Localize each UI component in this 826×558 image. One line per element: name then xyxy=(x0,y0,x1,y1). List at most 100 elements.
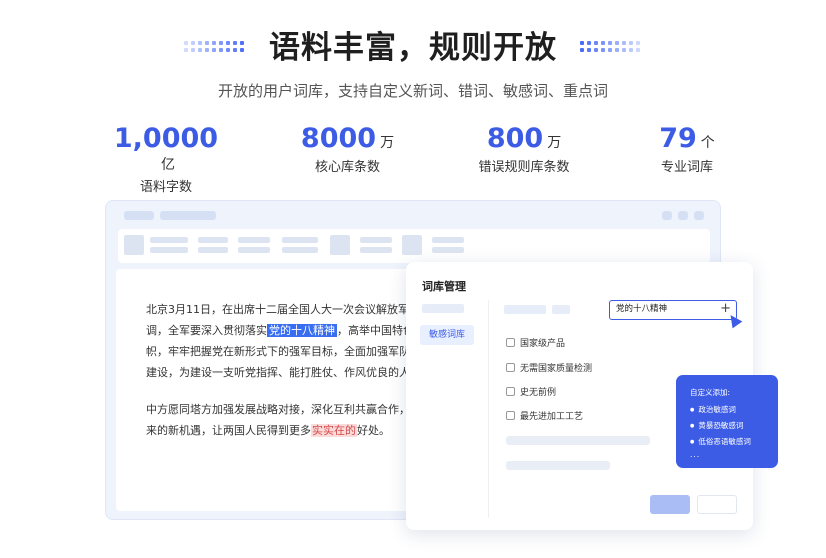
term-input[interactable]: 党的十八精神 + xyxy=(609,300,737,320)
decorative-dot xyxy=(587,48,591,52)
decorative-dot xyxy=(636,48,640,52)
window-title-placeholder xyxy=(124,211,154,220)
text-line: 建设，为建设一支听党指挥、能打胜仗、作风优良的人 xyxy=(146,366,410,379)
decorative-dot xyxy=(184,41,188,45)
decorative-dot xyxy=(580,41,584,45)
stat-label: 核心库条数 xyxy=(314,160,380,175)
decorative-dot xyxy=(191,41,195,45)
toolbar-button[interactable] xyxy=(330,235,350,255)
filter-placeholder xyxy=(504,305,546,314)
checkbox-label: 最先进加工工艺 xyxy=(520,412,584,422)
popup-item[interactable]: 黄暴恐敏感词 xyxy=(690,420,778,431)
decorative-dot xyxy=(198,41,202,45)
decorative-dot xyxy=(198,48,202,52)
popup-title: 自定义添加: xyxy=(690,388,731,397)
highlighted-term[interactable]: 党的十八精神 xyxy=(267,324,337,337)
decorative-dot xyxy=(219,48,223,52)
decorative-dot xyxy=(615,41,619,45)
stat-label: 语料字数 xyxy=(139,180,192,195)
error-highlight[interactable]: 实实在的 xyxy=(311,424,357,437)
decorative-dot xyxy=(191,48,195,52)
sidebar-item-sensitive[interactable]: 敏感词库 xyxy=(420,325,474,345)
checkbox[interactable] xyxy=(506,363,515,372)
decorative-dot xyxy=(219,41,223,45)
text-line: 调，全军要深入贯彻落实 党的十八精神 ，高举中国特色 xyxy=(146,320,446,341)
stat-label: 错误规则库条数 xyxy=(478,160,570,175)
popup-item[interactable]: 低俗恶语敏感词 xyxy=(690,436,778,447)
toolbar-placeholder xyxy=(238,237,270,243)
toolbar-placeholder xyxy=(432,237,464,243)
checkbox-label: 国家级产品 xyxy=(520,339,566,349)
stat-core-library: 8000 万 核心库条数 xyxy=(300,123,395,175)
decorative-dot xyxy=(594,41,598,45)
popup-more: ... xyxy=(690,450,701,459)
stat-unit: 万 xyxy=(380,135,395,151)
decorative-dot xyxy=(629,41,633,45)
decorative-dot xyxy=(212,41,216,45)
confirm-button[interactable] xyxy=(650,495,690,514)
decorative-dot xyxy=(608,41,612,45)
custom-add-popup: 自定义添加: 政治敏感词 黄暴恐敏感词 低俗恶语敏感词 ... xyxy=(676,375,778,468)
stat-label: 专业词库 xyxy=(660,160,713,175)
decorative-dot xyxy=(622,41,626,45)
popup-item[interactable]: 政治敏感词 xyxy=(690,404,778,415)
stat-value: 1,0000 xyxy=(113,123,219,154)
stat-unit: 个 xyxy=(700,135,715,151)
checkbox-item[interactable]: 国家级产品 xyxy=(506,336,565,349)
window-control-icon[interactable] xyxy=(678,211,688,220)
decorative-dot xyxy=(212,48,216,52)
stat-value: 8000 xyxy=(300,123,377,154)
decorative-dot xyxy=(233,41,237,45)
checkbox-label: 无需国家质量检测 xyxy=(520,364,593,374)
checkbox-label: 史无前例 xyxy=(520,388,557,398)
toolbar-button[interactable] xyxy=(402,235,422,255)
toolbar-button[interactable] xyxy=(124,235,144,255)
toolbar-placeholder xyxy=(238,247,270,253)
stat-corpus: 1,0000 亿 语料字数 xyxy=(110,123,222,195)
text-segment: 来的新机遇，让两国人民得到更多 xyxy=(146,424,311,437)
hero-subtitle: 开放的用户词库，支持自定义新词、错词、敏感词、重点词 xyxy=(217,82,608,100)
decorative-dot xyxy=(580,48,584,52)
list-placeholder xyxy=(506,436,650,445)
cancel-button[interactable] xyxy=(697,495,737,514)
decorative-dot xyxy=(629,48,633,52)
text-line: 北京3月11日，在出席十二届全国人大一次会议解放军 xyxy=(146,303,409,316)
toolbar-placeholder xyxy=(282,247,318,253)
decorative-dot xyxy=(608,48,612,52)
decorative-dot xyxy=(240,41,244,45)
toolbar-placeholder xyxy=(198,237,228,243)
decorative-dot xyxy=(205,41,209,45)
decorative-dot xyxy=(205,48,209,52)
decorative-dot xyxy=(636,41,640,45)
toolbar-placeholder xyxy=(150,237,188,243)
stat-unit: 万 xyxy=(547,135,562,151)
stat-error-rules: 800 万 错误规则库条数 xyxy=(472,123,576,175)
decorative-dot xyxy=(615,48,619,52)
stat-value: 79 xyxy=(659,123,697,154)
text-segment: 好处。 xyxy=(357,424,390,437)
decorative-dot xyxy=(587,41,591,45)
window-control-icon[interactable] xyxy=(662,211,672,220)
checkbox[interactable] xyxy=(506,338,515,347)
checkbox[interactable] xyxy=(506,387,515,396)
stat-professional-library: 79 个 专业词库 xyxy=(655,123,719,175)
stat-value: 800 xyxy=(486,123,544,154)
checkbox-item[interactable]: 史无前例 xyxy=(506,385,556,398)
hero-title-row: 语料丰富，规则开放 xyxy=(0,28,826,68)
hero-title: 语料丰富，规则开放 xyxy=(269,30,557,66)
stat-unit: 亿 xyxy=(161,157,175,173)
window-control-icon[interactable] xyxy=(694,211,704,220)
document-paragraph: 中方愿同塔方加强发展战略对接，深化互利共赢合作， 来的新机遇，让两国人民得到更多… xyxy=(146,399,446,441)
checkbox[interactable] xyxy=(506,411,515,420)
decorative-dot xyxy=(622,48,626,52)
toolbar-placeholder xyxy=(150,247,188,253)
toolbar-placeholder xyxy=(432,247,464,253)
checkbox-item[interactable]: 最先进加工工艺 xyxy=(506,409,583,422)
term-input-value: 党的十八精神 xyxy=(616,304,668,314)
decorative-dot xyxy=(601,41,605,45)
editor-toolbar xyxy=(118,229,710,263)
decorative-dot xyxy=(594,48,598,52)
divider xyxy=(488,300,489,518)
checkbox-item[interactable]: 无需国家质量检测 xyxy=(506,361,592,374)
text-line: 帜，牢牢把握党在新形式下的强军目标，全面加强军队 xyxy=(146,345,410,358)
